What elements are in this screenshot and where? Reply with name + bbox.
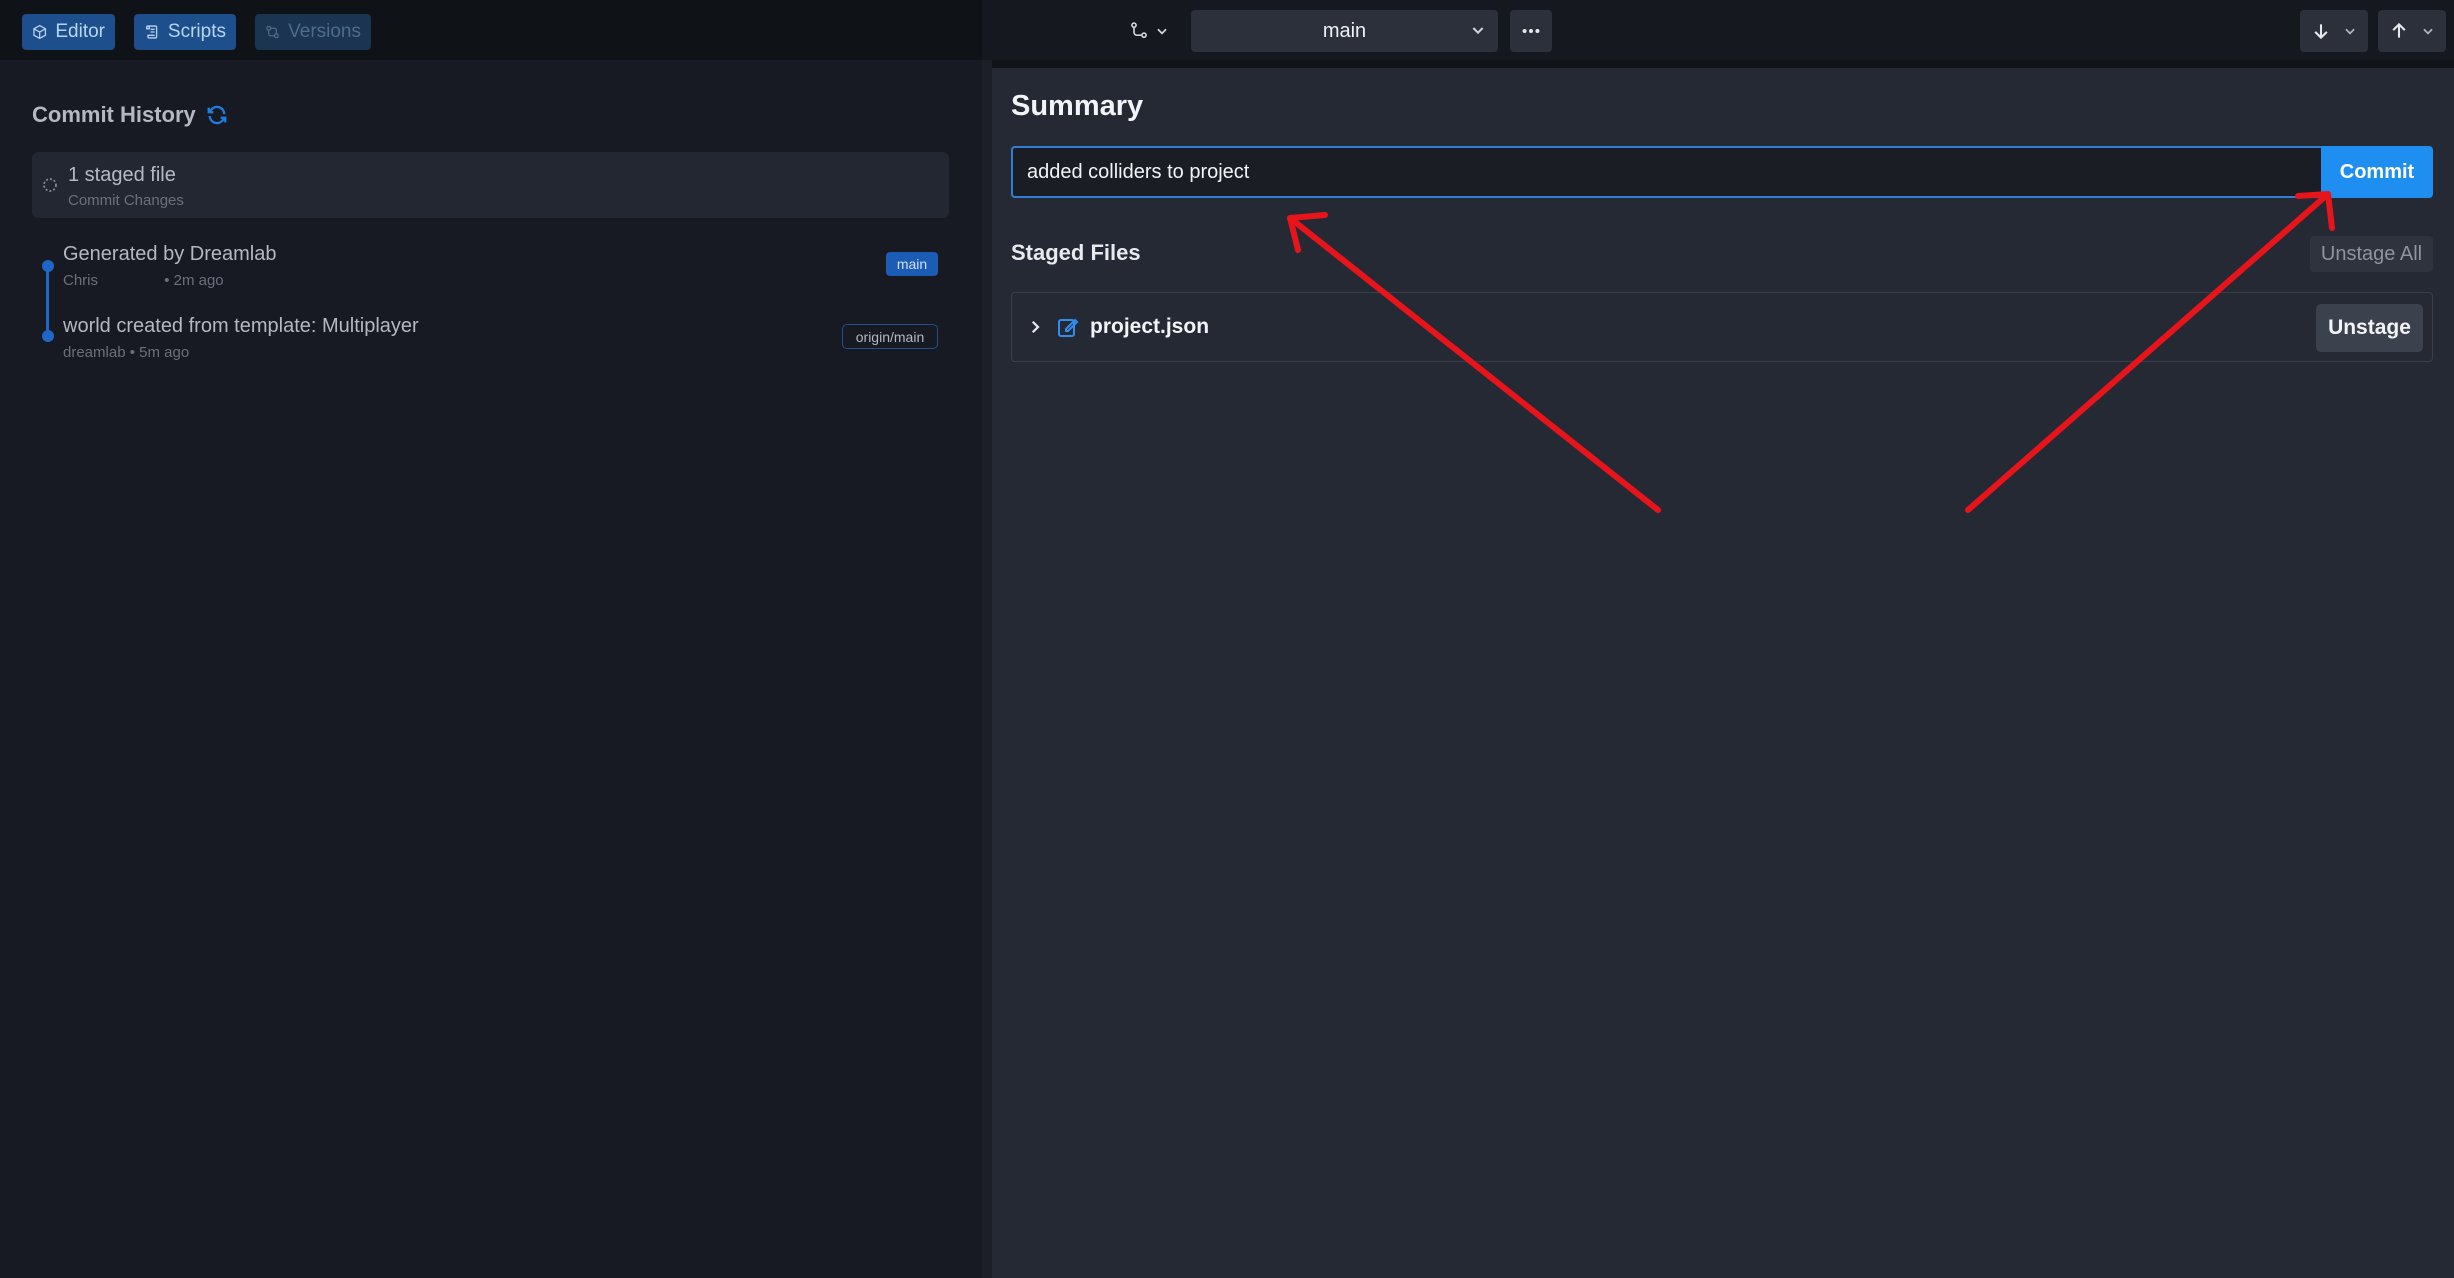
- staged-file-row[interactable]: project.json: [1011, 292, 2433, 362]
- push-button[interactable]: [2378, 10, 2446, 52]
- commit-timeline-line: [46, 266, 49, 336]
- editor-mode-button[interactable]: Editor: [22, 14, 115, 50]
- cube-icon: [33, 24, 47, 40]
- commit-button[interactable]: Commit: [2321, 146, 2433, 198]
- commit-author: dreamlab: [63, 344, 126, 361]
- panel-divider[interactable]: [982, 60, 992, 1278]
- commit-title: world created from template: Multiplayer: [63, 315, 419, 337]
- commit-time: • 5m ago: [129, 344, 190, 361]
- unstage-all-button[interactable]: Unstage All: [2310, 236, 2433, 272]
- commit-changes-label: Commit Changes: [68, 192, 184, 209]
- staged-file-name: project.json: [1090, 315, 1210, 338]
- commit-history-title: Commit History: [32, 102, 196, 127]
- branch-select[interactable]: main: [1191, 10, 1498, 52]
- versions-mode-label: Versions: [288, 21, 361, 42]
- commit-message-input[interactable]: [1011, 146, 2321, 198]
- loader-icon: [43, 178, 57, 192]
- file-edit-icon: [1058, 318, 1079, 337]
- commit-history-header: Commit History: [32, 102, 228, 128]
- commit-meta: dreamlab • 5m ago: [63, 344, 933, 361]
- unstage-button[interactable]: Unstage: [2316, 304, 2423, 352]
- scripts-mode-label: Scripts: [167, 21, 226, 42]
- summary-title: Summary: [1011, 90, 1144, 122]
- git-compare-icon: [266, 25, 279, 39]
- arrow-up-icon: [2392, 22, 2406, 38]
- branch-select-value: main: [1322, 19, 1367, 42]
- chevron-right-icon[interactable]: [1026, 318, 1044, 336]
- git-branch-icon: [1131, 22, 1147, 39]
- branch-tag-main: main: [886, 252, 938, 276]
- versions-mode-button[interactable]: Versions: [255, 14, 371, 50]
- editor-mode-label: Editor: [55, 21, 105, 42]
- arrow-down-icon: [2314, 24, 2328, 40]
- commit-author: Chris: [63, 272, 99, 289]
- chevron-down-icon: [2422, 28, 2433, 35]
- scroll-icon: [145, 25, 158, 39]
- staged-files-title: Staged Files: [1011, 240, 1141, 265]
- chevron-down-icon: [2344, 28, 2355, 35]
- branch-tag-origin-main: origin/main: [842, 324, 938, 349]
- pull-button[interactable]: [2300, 10, 2368, 52]
- commit-node: [42, 330, 54, 342]
- commit-title: Generated by Dreamlab: [63, 243, 277, 265]
- more-horizontal-icon: [1522, 28, 1540, 34]
- staged-file-count: 1 staged file: [68, 164, 176, 186]
- branch-menu-button[interactable]: [1124, 14, 1174, 48]
- commit-meta: Chris • 2m ago: [63, 272, 933, 289]
- chevron-down-icon: [1157, 28, 1167, 35]
- refresh-icon[interactable]: [206, 104, 228, 126]
- scripts-mode-button[interactable]: Scripts: [134, 14, 236, 50]
- commit-node: [42, 260, 54, 272]
- commit-time: • 2m ago: [164, 272, 224, 289]
- commit-item[interactable]: world created from template: Multiplayer…: [63, 315, 933, 361]
- chevron-down-icon: [1472, 27, 1484, 35]
- commit-panel: [992, 68, 2454, 1278]
- staged-changes-item[interactable]: 1 staged file Commit Changes: [32, 152, 949, 218]
- more-options-button[interactable]: [1510, 10, 1552, 52]
- commit-item[interactable]: Generated by Dreamlab Chris • 2m ago: [63, 243, 933, 289]
